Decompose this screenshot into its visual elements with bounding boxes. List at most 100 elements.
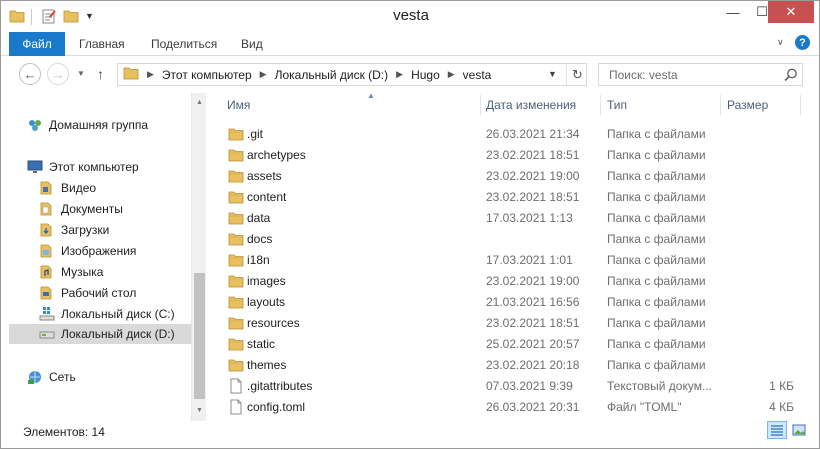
file-type: Файл "TOML" <box>607 400 682 414</box>
column-header-name[interactable]: Имя ▲ <box>227 91 375 117</box>
breadcrumb-separator-icon[interactable]: ▶ <box>448 69 455 80</box>
search-input[interactable] <box>599 64 779 85</box>
address-bar[interactable]: ▶ Этот компьютер ▶ Локальный диск (D:) ▶… <box>117 63 587 86</box>
breadcrumb-hugo[interactable]: Hugo <box>411 68 440 82</box>
tab-view[interactable]: Вид <box>241 32 263 56</box>
large-icons-view-icon <box>792 424 806 436</box>
scroll-up-icon[interactable]: ▲ <box>192 95 207 109</box>
nav-item-label: Локальный диск (C:) <box>61 307 175 321</box>
nav-item-label: Сеть <box>49 370 76 384</box>
nav-item-label: Музыка <box>61 265 104 279</box>
tab-home[interactable]: Главная <box>79 32 125 56</box>
file-row[interactable]: themes 23.02.2021 20:18 Папка с файлами <box>220 355 800 376</box>
column-divider[interactable] <box>800 95 801 115</box>
file-row[interactable]: layouts 21.03.2021 16:56 Папка с файлами <box>220 292 800 313</box>
nav-item-label: Изображения <box>61 244 137 258</box>
refresh-icon[interactable]: ↻ <box>566 64 588 85</box>
details-view-icon <box>771 425 783 436</box>
file-type: Папка с файлами <box>607 358 706 372</box>
file-type: Папка с файлами <box>607 316 706 330</box>
file-row[interactable]: config.toml 26.03.2021 20:31 Файл "TOML" 4 … <box>220 397 800 418</box>
column-divider[interactable] <box>600 95 601 115</box>
folder-icon <box>228 315 244 331</box>
back-button[interactable]: ← <box>19 63 41 85</box>
column-header-label: Тип <box>607 98 628 112</box>
nav-item-label: Домашняя группа <box>49 118 149 132</box>
file-row[interactable]: static 25.02.2021 20:57 Папка с файлами <box>220 334 800 355</box>
network-icon <box>27 369 43 385</box>
nav-item-homegroup[interactable]: Домашняя группа <box>27 115 148 135</box>
navigation-bar: ← → ▼ ↑ ▶ Этот компьютер ▶ Локальный дис… <box>1 57 819 93</box>
nav-item-downloads[interactable]: Загрузки <box>39 220 109 240</box>
file-row[interactable]: .git 26.03.2021 21:34 Папка с файлами <box>220 124 800 145</box>
file-row[interactable]: i18n 17.03.2021 1:01 Папка с файлами <box>220 250 800 271</box>
search-icon[interactable] <box>783 67 799 83</box>
large-icons-view-button[interactable] <box>789 421 809 439</box>
column-divider[interactable] <box>720 95 721 115</box>
file-row[interactable]: archetypes 23.02.2021 18:51 Папка с файлам… <box>220 145 800 166</box>
file-name: config.toml <box>247 400 306 414</box>
file-date: 17.03.2021 1:13 <box>486 211 573 225</box>
file-date: 25.02.2021 20:57 <box>486 337 580 351</box>
file-icon <box>228 399 244 415</box>
file-name: .gitattributes <box>247 379 313 393</box>
file-date: 23.02.2021 19:00 <box>486 169 580 183</box>
nav-item-pictures[interactable]: Изображения <box>39 241 136 261</box>
explorer-window: ▼ vesta — ☐ ✕ Файл Главная Поделиться Ви… <box>0 0 820 449</box>
nav-item-drive-d[interactable]: Локальный диск (D:) <box>9 324 191 344</box>
breadcrumb-separator-icon[interactable]: ▶ <box>396 69 403 80</box>
tab-share[interactable]: Поделиться <box>151 32 217 56</box>
details-view-button[interactable] <box>767 421 787 439</box>
scroll-down-icon[interactable]: ▼ <box>192 403 207 417</box>
nav-item-documents[interactable]: Документы <box>39 199 123 219</box>
scrollbar-thumb[interactable] <box>194 273 205 399</box>
navigation-scrollbar[interactable]: ▲ ▼ <box>191 93 206 421</box>
file-row[interactable]: content 23.02.2021 18:51 Папка с файлами <box>220 187 800 208</box>
nav-item-label: Загрузки <box>61 223 110 237</box>
close-button[interactable]: ✕ <box>768 1 814 23</box>
file-date: 23.02.2021 19:00 <box>486 274 580 288</box>
nav-item-this-pc[interactable]: Этот компьютер <box>27 157 139 177</box>
nav-item-drive-c[interactable]: Локальный диск (C:) <box>39 304 175 324</box>
file-row[interactable]: resources 23.02.2021 18:51 Папка с файлами <box>220 313 800 334</box>
search-box[interactable] <box>598 63 803 86</box>
nav-item-desktop[interactable]: Рабочий стол <box>39 283 136 303</box>
breadcrumb-separator-icon[interactable]: ▶ <box>260 69 267 80</box>
file-row[interactable]: assets 23.02.2021 19:00 Папка с файлами <box>220 166 800 187</box>
column-header-date[interactable]: Дата изменения <box>486 93 576 117</box>
file-row[interactable]: docs Папка с файлами <box>220 229 800 250</box>
tab-file[interactable]: Файл <box>9 32 65 56</box>
recent-locations-icon[interactable]: ▼ <box>77 69 85 78</box>
nav-item-network[interactable]: Сеть <box>27 367 76 387</box>
file-row[interactable]: data 17.03.2021 1:13 Папка с файлами <box>220 208 800 229</box>
nav-item-music[interactable]: Музыка <box>39 262 103 282</box>
breadcrumb-separator-icon[interactable]: ▶ <box>147 69 154 80</box>
file-type: Папка с файлами <box>607 232 706 246</box>
up-icon[interactable]: ↑ <box>97 66 104 82</box>
breadcrumb-drive-d[interactable]: Локальный диск (D:) <box>275 68 389 82</box>
minimize-button[interactable]: — <box>719 1 747 23</box>
file-type: Текстовый докум... <box>607 379 712 393</box>
chevron-down-icon[interactable]: ▼ <box>548 69 557 79</box>
file-name: themes <box>247 358 287 372</box>
folder-icon <box>228 168 244 184</box>
nav-item-videos[interactable]: Видео <box>39 178 96 198</box>
file-row[interactable]: .gitattributes 07.03.2021 9:39 Текстовый д… <box>220 376 800 397</box>
help-icon[interactable]: ? <box>795 35 810 50</box>
expand-ribbon-icon[interactable]: ∨ <box>777 37 784 48</box>
sort-ascending-icon: ▲ <box>367 91 375 100</box>
drive-icon <box>39 326 55 342</box>
column-header-type[interactable]: Тип <box>607 93 627 117</box>
file-date: 23.02.2021 18:51 <box>486 190 580 204</box>
column-header-size[interactable]: Размер <box>727 93 768 117</box>
file-date: 17.03.2021 1:01 <box>486 253 573 267</box>
column-divider[interactable] <box>480 95 481 115</box>
breadcrumb-vesta[interactable]: vesta <box>463 68 492 82</box>
forward-button[interactable]: → <box>47 63 69 85</box>
breadcrumb-computer[interactable]: Этот компьютер <box>162 68 252 82</box>
file-name: layouts <box>247 295 286 309</box>
file-row[interactable]: images 23.02.2021 19:00 Папка с файлами <box>220 271 800 292</box>
videos-icon <box>39 180 55 196</box>
pictures-icon <box>39 243 55 259</box>
file-type: Папка с файлами <box>607 169 706 183</box>
